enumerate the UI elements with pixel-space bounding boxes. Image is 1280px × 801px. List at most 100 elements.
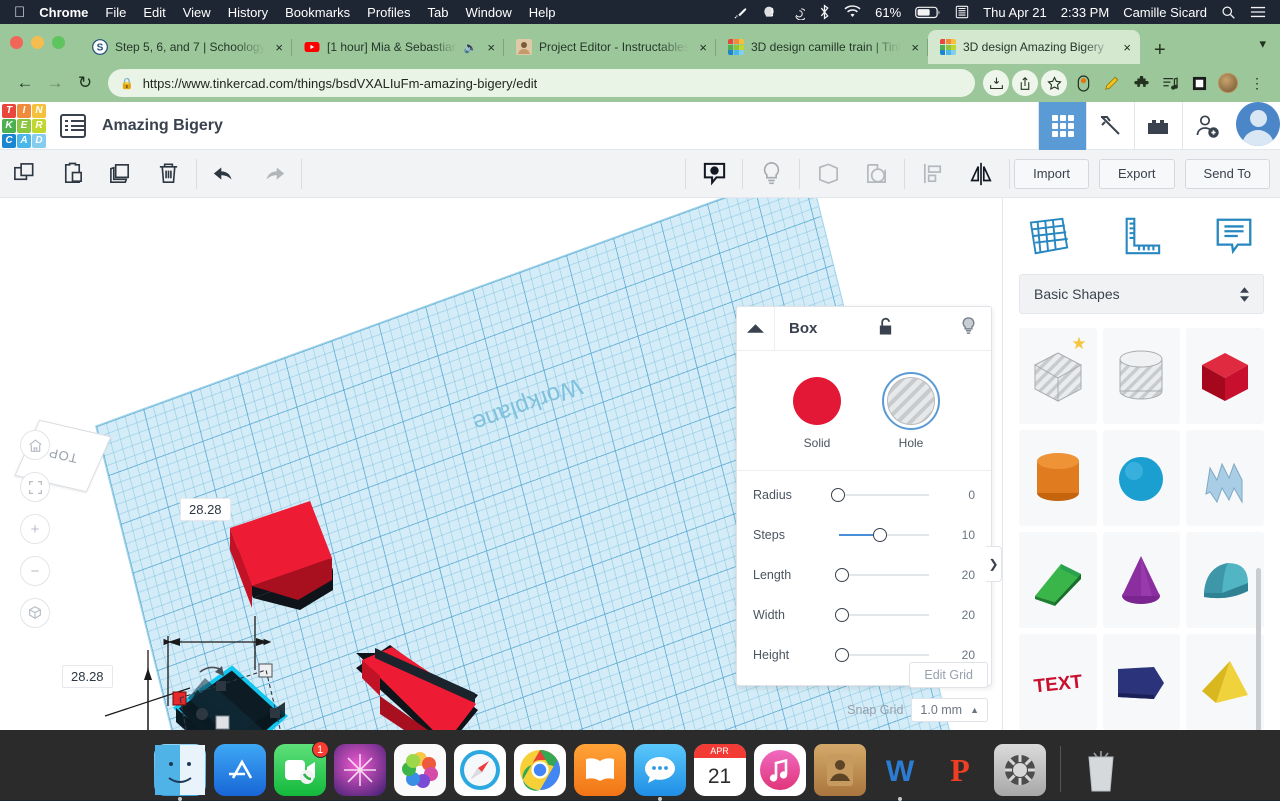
new-tab-button[interactable]: + [1146,40,1174,64]
system-preferences-icon[interactable] [994,744,1046,796]
shape-pyramid[interactable] [1186,634,1264,730]
light-bulb-icon[interactable] [954,316,991,341]
add-person-icon[interactable] [1182,102,1230,150]
shape-category-select[interactable]: Basic Shapes [1019,274,1264,314]
avatar[interactable] [1236,102,1280,146]
export-button[interactable]: Export [1099,159,1175,189]
collapse-up-icon[interactable] [737,307,775,351]
menu-user-name[interactable]: Camille Sicard [1123,5,1207,20]
align-icon[interactable] [909,150,957,198]
browser-tab-instructables[interactable]: Project Editor - Instructables × [504,30,716,64]
fit-view-icon[interactable] [20,472,50,502]
recorder-icon[interactable] [1070,70,1096,96]
shape-cylinder[interactable] [1019,430,1097,526]
address-bar[interactable]: 🔒 https://www.tinkercad.com/things/bsdVX… [108,69,975,97]
control-center-icon[interactable] [1250,5,1266,19]
zoom-in-icon[interactable]: + [20,514,50,544]
chrome-menu-icon[interactable]: ⋮ [1244,70,1270,96]
facetime-icon[interactable]: 1 [274,744,326,796]
browser-tab-youtube[interactable]: [1 hour] Mia & Sebastian 🔈 × [292,30,504,64]
window-maximize-button[interactable] [52,36,65,49]
search-icon[interactable] [1221,5,1236,20]
shape-round-roof[interactable] [1186,532,1264,628]
codeblocks-icon[interactable] [1086,102,1134,150]
wifi-icon[interactable] [844,5,861,19]
notification-icon[interactable] [762,5,776,20]
slider-radius[interactable]: Radius 0 [737,475,991,515]
menu-item-view[interactable]: View [183,5,211,20]
snap-grid-select[interactable]: 1.0 mm ▲ [911,698,988,722]
document-list-icon[interactable] [60,114,86,138]
finder-icon[interactable] [154,744,206,796]
word-icon[interactable]: W [874,744,926,796]
slider-width[interactable]: Width 20 [737,595,991,635]
back-button[interactable]: ← [10,68,40,98]
menu-item-bookmarks[interactable]: Bookmarks [285,5,350,20]
shape-cylinder-hole[interactable] [1103,328,1181,424]
import-button[interactable]: Import [1014,159,1089,189]
grid-blocks-icon[interactable] [1038,102,1086,150]
trash-icon[interactable] [1075,744,1127,796]
orthographic-icon[interactable] [20,598,50,628]
share-icon[interactable] [1012,70,1038,96]
window-close-button[interactable] [10,36,23,49]
blocks-icon[interactable] [1134,102,1182,150]
calendar-icon[interactable]: APR 21 [694,744,746,796]
sidebar-tab-workplane[interactable] [1003,214,1095,258]
ibooks-icon[interactable] [574,744,626,796]
shape-box-hole[interactable]: ★ [1019,328,1097,424]
forward-button[interactable]: → [40,68,70,98]
light-bulb-icon[interactable] [747,150,795,198]
bookmark-star-icon[interactable] [1041,70,1067,96]
window-minimize-button[interactable] [31,36,44,49]
itunes-icon[interactable] [754,744,806,796]
solid-swatch[interactable]: Solid [793,377,841,450]
slider-track[interactable] [831,607,937,623]
shape-polygon[interactable] [1103,634,1181,730]
sidebar-tab-ruler[interactable] [1095,215,1187,257]
slider-track[interactable] [831,527,937,543]
menu-item-help[interactable]: Help [529,5,556,20]
tab-close-button[interactable]: × [908,41,922,54]
paste-icon[interactable] [48,150,96,198]
hole-swatch[interactable]: Hole [887,377,935,450]
duplicate-icon[interactable] [96,150,144,198]
battery-icon[interactable] [915,6,941,19]
menu-item-profiles[interactable]: Profiles [367,5,410,20]
home-view-icon[interactable] [20,430,50,460]
chrome-icon[interactable] [514,744,566,796]
chevron-down-icon[interactable]: ▾ [1259,36,1266,52]
bluetooth-icon[interactable] [819,4,830,20]
send-to-button[interactable]: Send To [1185,159,1270,189]
ruler-shape-icon[interactable] [852,150,900,198]
workplane-icon[interactable] [804,150,852,198]
tinkercad-logo[interactable]: T I N K E R C A D [2,104,46,148]
menu-item-chrome[interactable]: Chrome [39,5,88,20]
shape-cone[interactable] [1103,532,1181,628]
acrobat-icon[interactable]: P [934,744,986,796]
tab-close-button[interactable]: × [1120,41,1134,54]
sidebar-scrollbar[interactable] [1256,568,1261,748]
tab-close-button[interactable]: × [696,41,710,54]
shape-scribble[interactable] [1186,430,1264,526]
browser-tab-tinkercad-camille-train[interactable]: 3D design camille train | Tinkercad × [716,30,928,64]
apple-icon[interactable]:  [14,5,25,20]
screen-mirroring-icon[interactable] [955,5,969,19]
tab-close-button[interactable]: × [484,41,498,54]
menu-item-file[interactable]: File [105,5,126,20]
shape-sphere[interactable] [1103,430,1181,526]
menu-item-window[interactable]: Window [466,5,512,20]
unlock-icon[interactable] [871,317,900,341]
puzzle-extension-icon[interactable] [1128,70,1154,96]
panel-toggle-button[interactable]: ❯ [986,546,1002,582]
shape-wedge[interactable] [1019,532,1097,628]
tab-close-button[interactable]: × [272,41,286,54]
messages-icon[interactable] [634,744,686,796]
browser-tab-tinkercad-amazing-bigery[interactable]: 3D design Amazing Bigery × [928,30,1140,64]
copy-icon[interactable] [0,150,48,198]
sidebar-tab-notes[interactable] [1188,214,1280,258]
pencil-extension-icon[interactable] [1099,70,1125,96]
note-icon[interactable] [690,150,738,198]
undo-icon[interactable] [201,150,249,198]
contacts-icon[interactable] [814,744,866,796]
